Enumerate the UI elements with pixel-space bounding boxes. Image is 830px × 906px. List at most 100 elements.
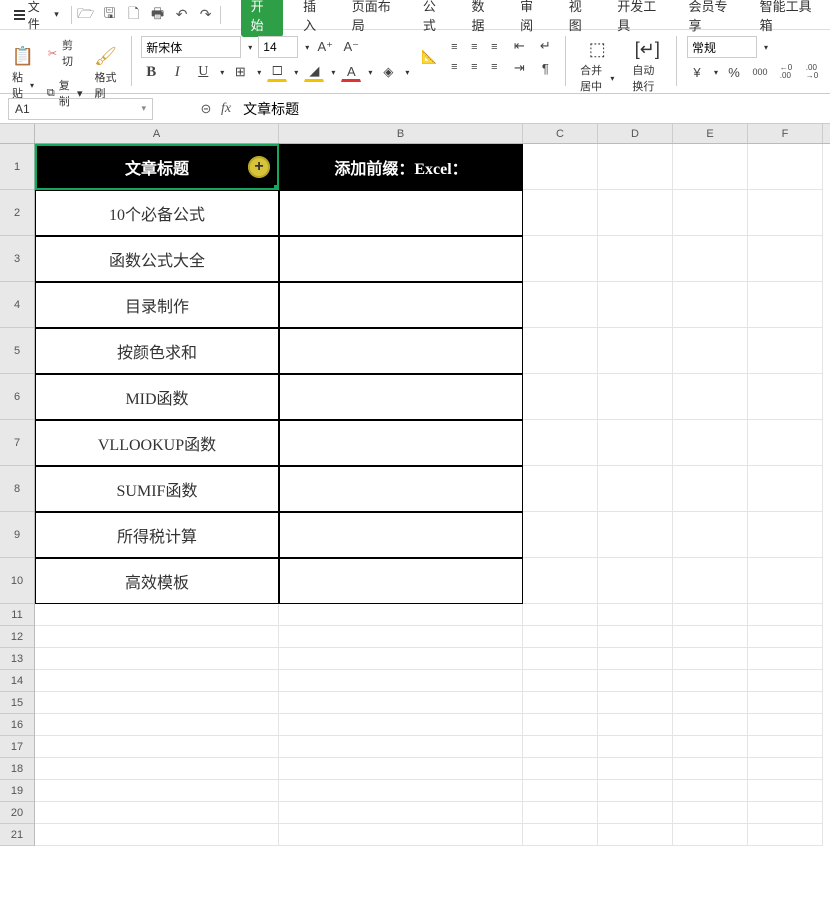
align-bottom-icon[interactable]: ≡	[485, 38, 503, 56]
cell[interactable]	[598, 692, 673, 714]
cell[interactable]	[673, 648, 748, 670]
chevron-down-icon[interactable]: ▾	[764, 43, 768, 52]
chevron-down-icon[interactable]: ▾	[294, 68, 298, 77]
file-menu[interactable]: 文件 ▾	[8, 0, 65, 34]
cell[interactable]	[279, 780, 523, 802]
cell[interactable]	[673, 802, 748, 824]
cell[interactable]	[673, 558, 748, 604]
redo-icon[interactable]: ↷	[198, 7, 214, 23]
rtl-icon[interactable]: ¶	[535, 58, 555, 78]
tab-smart-toolbox[interactable]: 智能工具箱	[754, 0, 822, 38]
cell[interactable]: 所得税计算	[35, 512, 279, 558]
cell[interactable]	[673, 328, 748, 374]
row-header[interactable]: 11	[0, 604, 34, 626]
row-header[interactable]: 14	[0, 670, 34, 692]
cell[interactable]	[673, 692, 748, 714]
cell[interactable]	[279, 374, 523, 420]
thousands-button[interactable]: 000	[750, 62, 770, 82]
col-header-B[interactable]: B	[279, 124, 523, 143]
cell[interactable]	[35, 604, 279, 626]
orientation-icon[interactable]: 📐	[419, 47, 439, 67]
currency-button[interactable]: ¥	[687, 62, 707, 82]
cell[interactable]	[279, 604, 523, 626]
row-header[interactable]: 8	[0, 466, 34, 512]
cell[interactable]: VLLOOKUP函数	[35, 420, 279, 466]
cell[interactable]	[279, 328, 523, 374]
cell[interactable]	[35, 736, 279, 758]
name-box[interactable]: A1 ▾	[8, 98, 153, 120]
tab-start[interactable]: 开始	[241, 0, 284, 37]
tab-dev-tools[interactable]: 开发工具	[611, 0, 668, 38]
cell[interactable]	[279, 758, 523, 780]
fx-icon[interactable]: fx	[221, 101, 231, 117]
font-name-select[interactable]	[141, 36, 241, 58]
cell[interactable]	[35, 626, 279, 648]
cell[interactable]: MID函数	[35, 374, 279, 420]
effects-button[interactable]: ◈	[378, 62, 398, 82]
cell[interactable]	[598, 824, 673, 846]
cell[interactable]	[748, 670, 823, 692]
col-header-C[interactable]: C	[523, 124, 598, 143]
cell[interactable]	[523, 512, 598, 558]
chevron-down-icon[interactable]: ▾	[248, 43, 252, 52]
cell[interactable]	[748, 420, 823, 466]
cell[interactable]	[598, 648, 673, 670]
cell[interactable]	[748, 236, 823, 282]
cell[interactable]	[279, 236, 523, 282]
cell[interactable]	[748, 736, 823, 758]
cell[interactable]	[673, 466, 748, 512]
align-right-icon[interactable]: ≡	[485, 58, 503, 76]
cell[interactable]: 函数公式大全	[35, 236, 279, 282]
row-header[interactable]: 16	[0, 714, 34, 736]
cell[interactable]	[523, 144, 598, 190]
undo-icon[interactable]: ↶	[174, 7, 190, 23]
cell[interactable]	[748, 604, 823, 626]
cell[interactable]	[598, 736, 673, 758]
cell[interactable]	[523, 190, 598, 236]
fill-handle-badge[interactable]: +	[248, 156, 270, 178]
cell[interactable]	[673, 144, 748, 190]
row-header[interactable]: 5	[0, 328, 34, 374]
cell[interactable]	[523, 824, 598, 846]
row-header[interactable]: 1	[0, 144, 34, 190]
cell[interactable]	[598, 604, 673, 626]
cell[interactable]	[523, 558, 598, 604]
row-header[interactable]: 17	[0, 736, 34, 758]
cell[interactable]	[673, 374, 748, 420]
cell[interactable]: 目录制作	[35, 282, 279, 328]
format-painter-button[interactable]: 🖌 格式刷	[91, 43, 121, 103]
cell[interactable]	[35, 780, 279, 802]
open-icon[interactable]: 🗁	[78, 7, 94, 23]
cell[interactable]	[279, 824, 523, 846]
row-header[interactable]: 7	[0, 420, 34, 466]
cell[interactable]	[748, 758, 823, 780]
wrap-icon[interactable]: ↵	[535, 36, 555, 56]
cell[interactable]	[673, 670, 748, 692]
cell[interactable]	[523, 648, 598, 670]
align-center-icon[interactable]: ≡	[465, 58, 483, 76]
tab-page-layout[interactable]: 页面布局	[346, 0, 403, 38]
tab-view[interactable]: 视图	[563, 0, 598, 38]
row-header[interactable]: 6	[0, 374, 34, 420]
col-header-E[interactable]: E	[673, 124, 748, 143]
merge-center-button[interactable]: ⬚ 合并居中▾	[576, 36, 618, 96]
cell[interactable]	[279, 190, 523, 236]
cut-button[interactable]: ✂剪切	[44, 36, 85, 70]
cell[interactable]	[673, 824, 748, 846]
row-header[interactable]: 20	[0, 802, 34, 824]
cell[interactable]	[673, 236, 748, 282]
bold-button[interactable]: B	[141, 62, 161, 82]
cell[interactable]	[598, 780, 673, 802]
cell[interactable]	[523, 802, 598, 824]
cell[interactable]	[598, 670, 673, 692]
decrease-indent-icon[interactable]: ⇤	[509, 36, 529, 56]
tab-formula[interactable]: 公式	[417, 0, 452, 38]
cell[interactable]	[673, 758, 748, 780]
cell[interactable]	[35, 824, 279, 846]
cell[interactable]	[279, 670, 523, 692]
row-header[interactable]: 18	[0, 758, 34, 780]
cell[interactable]	[748, 190, 823, 236]
cell[interactable]	[523, 780, 598, 802]
cell[interactable]	[523, 282, 598, 328]
cell[interactable]	[748, 558, 823, 604]
